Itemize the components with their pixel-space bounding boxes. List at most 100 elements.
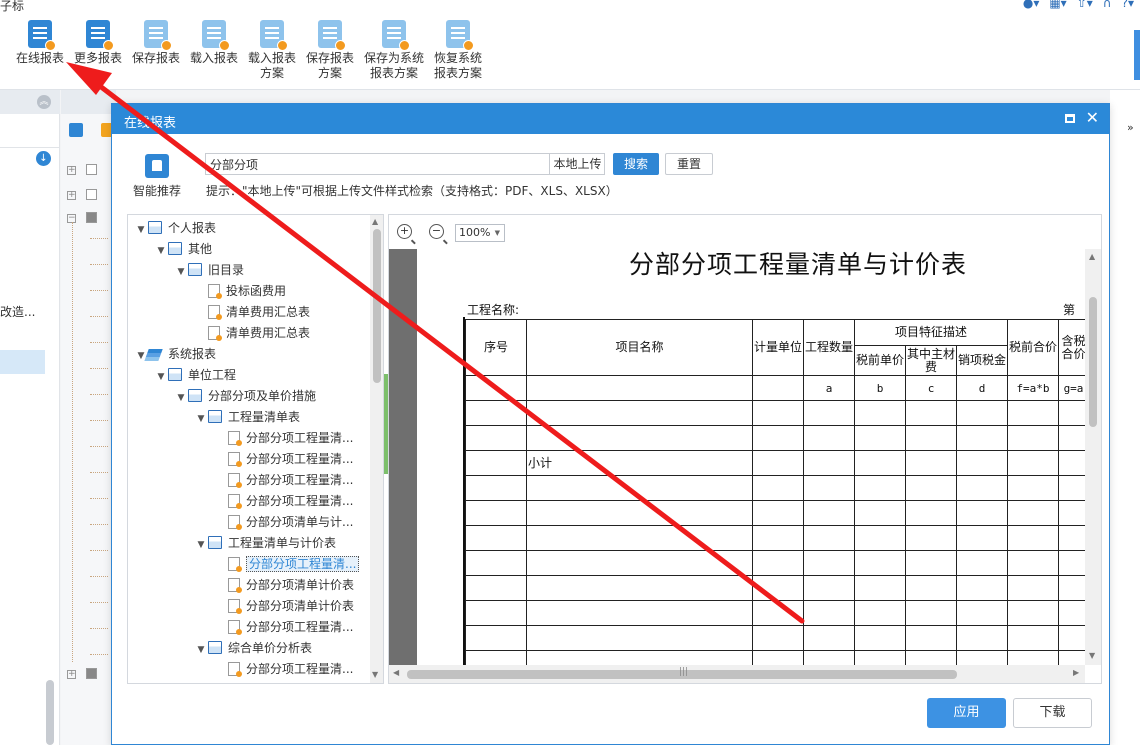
bg-tree-guide-tick <box>90 368 108 369</box>
headset-icon[interactable]: ∩ <box>1103 0 1112 10</box>
bg-tree-guide-tick <box>90 446 108 447</box>
tree-report-item[interactable]: 分部分项工程量清... <box>214 428 353 448</box>
table-cell <box>526 600 753 626</box>
expand-arrow-icon[interactable]: ▼ <box>174 262 188 282</box>
report-tree-panel: ▼ 个人报表 ▼ 其他 ▼ 旧目录 投标函费用 清单费用汇总表 清单费用汇总表 ▼ 系统报表 ▼ 单位工… <box>127 214 384 684</box>
tree-folder-item[interactable]: ▼ 工程量清单与计价表 <box>194 533 336 553</box>
expand-arrow-icon[interactable]: ▼ <box>194 535 208 555</box>
table-cell <box>465 525 527 551</box>
download-circle-icon[interactable]: ↓ <box>36 151 51 166</box>
tree-report-item[interactable]: 分部分项工程量清... <box>214 554 360 574</box>
tree-folder-item[interactable]: ▼ 其他 <box>154 239 212 259</box>
tree-item-label: 分部分项工程量清... <box>246 473 354 487</box>
smart-recommend-button[interactable]: 智能推荐 <box>130 154 184 199</box>
zoom-select[interactable]: 100% ▼ <box>455 224 505 242</box>
tree-folder-item[interactable]: ▼ 旧目录 <box>174 260 244 280</box>
expand-arrow-icon[interactable]: ▼ <box>194 640 208 660</box>
local-upload-button[interactable]: 本地上传 <box>549 154 605 174</box>
load-scheme-label: 载入报表 方案 <box>247 51 296 80</box>
table-row <box>465 625 1085 651</box>
preview-horizontal-scrollbar[interactable]: ◀ ||| ▶ <box>389 665 1085 683</box>
left-panel-toolbar: ↓ <box>0 118 60 166</box>
tree-folder-item[interactable]: ▼ 个人报表 <box>134 218 216 238</box>
tree-report-item[interactable]: 清单费用汇总表 <box>194 323 310 343</box>
tree-folder-item[interactable]: ▼ 分部分项及单价措施 <box>174 386 316 406</box>
table-row: 小计 <box>465 450 1085 476</box>
preview-vscroll-thumb[interactable] <box>1089 297 1097 427</box>
bg-tree-guide-tick <box>90 472 108 473</box>
tree-folder-item[interactable]: ▼ 工程量清单表 <box>194 407 300 427</box>
tree-report-item[interactable]: 分部分项清单计价表 <box>214 575 354 595</box>
preview-toolbar: + − 100% ▼ <box>389 215 1101 249</box>
download-button[interactable]: 下载 <box>1013 698 1092 728</box>
table-cell <box>752 650 804 665</box>
tree-report-item[interactable]: 投标函费用 <box>194 281 286 301</box>
maximize-icon[interactable] <box>1065 114 1075 123</box>
zoom-out-icon[interactable]: − <box>429 224 444 239</box>
tree-report-item[interactable]: 分部分项工程量清... <box>214 617 353 637</box>
save-scheme-label: 保存报表 方案 <box>305 51 354 80</box>
tree-item-label: 清单费用汇总表 <box>226 326 311 340</box>
bg-tree-row[interactable]: + <box>67 666 97 679</box>
help-icon[interactable]: ?▾ <box>1122 0 1134 10</box>
save-report-button[interactable]: 保存报表 <box>126 20 186 66</box>
save-scheme-button[interactable]: 保存报表 方案 <box>300 20 360 81</box>
tree-report-item[interactable]: 分部分项清单计价表 <box>214 596 354 616</box>
close-icon[interactable]: ✕ <box>1086 109 1099 127</box>
tree-folder-item[interactable]: ▼ 综合单价分析表 <box>194 638 312 658</box>
left-panel-truncated-item[interactable]: 改造... <box>0 303 35 320</box>
tree-report-item[interactable]: 分部分项工程量清... <box>214 491 353 511</box>
online-report-button[interactable]: 在线报表 <box>10 20 70 66</box>
preview-vertical-scrollbar[interactable]: ▲ ▼ <box>1085 249 1101 665</box>
search-box: 本地上传 <box>205 153 605 175</box>
bg-tree-row[interactable]: + <box>67 187 97 200</box>
table-row <box>465 400 1085 426</box>
top-bar: 子标 ●▾ ▦▾ ⇧▾ ∩ ?▾ <box>0 0 1140 14</box>
upload-icon[interactable]: ⇧▾ <box>1077 0 1093 10</box>
search-button[interactable]: 搜索 <box>613 153 659 175</box>
dialog-title-bar[interactable]: 在线报表 ✕ <box>112 104 1109 134</box>
zoom-in-icon[interactable]: + <box>397 224 412 239</box>
table-cell <box>465 550 527 576</box>
expand-arrow-icon[interactable]: ▼ <box>154 367 168 387</box>
expand-arrow-icon[interactable]: ▼ <box>174 388 188 408</box>
bg-tree-row[interactable]: + <box>67 162 97 175</box>
load-report-button[interactable]: 载入报表 <box>184 20 244 66</box>
tree-folder-item[interactable]: ▼ 单位工程 <box>154 365 236 385</box>
collapse-up-icon[interactable]: ︽ <box>37 95 51 109</box>
expand-arrow-icon[interactable]: ▼ <box>134 220 148 240</box>
more-reports-button[interactable]: 更多报表 <box>68 20 128 66</box>
window-edge-scrollbar[interactable] <box>1134 30 1140 80</box>
chevron-down-icon: ▼ <box>494 229 500 237</box>
table-cell <box>956 550 1008 576</box>
expand-arrow-icon[interactable]: ▼ <box>134 346 148 366</box>
tree-scrollbar[interactable]: ▲ ▼ <box>370 215 383 683</box>
table-cell <box>1007 650 1059 665</box>
tree-scrollbar-thumb[interactable] <box>373 229 381 383</box>
globe-icon[interactable]: ●▾ <box>1023 0 1040 10</box>
table-cell <box>526 575 753 601</box>
tree-folder-item[interactable]: ▼ 系统报表 <box>134 344 216 364</box>
expand-arrow-icon[interactable]: ▼ <box>154 241 168 261</box>
tree-report-item[interactable]: 分部分项工程量清... <box>214 659 353 679</box>
left-panel-scrollbar[interactable] <box>46 680 54 745</box>
apply-button[interactable]: 应用 <box>927 698 1006 728</box>
grid-icon[interactable]: ▦▾ <box>1049 0 1066 10</box>
tree-item-label: 单位工程 <box>188 368 237 382</box>
search-input[interactable] <box>206 154 549 174</box>
tree-report-item[interactable]: 分部分项清单与计... <box>214 512 353 532</box>
left-panel-selected-row[interactable] <box>0 350 45 374</box>
expand-right-icon[interactable]: » <box>1127 121 1134 134</box>
tree-report-item[interactable]: 分部分项工程量清... <box>214 449 353 469</box>
reset-button[interactable]: 重置 <box>665 153 713 175</box>
sheet-icon[interactable] <box>69 123 83 137</box>
load-scheme-button[interactable]: 载入报表 方案 <box>242 20 302 81</box>
upload-hint-text: 提示："本地上传"可根据上传文件样式检索（支持格式：PDF、XLS、XLSX） <box>206 184 618 198</box>
table-cell <box>465 625 527 651</box>
save-system-scheme-button[interactable]: 保存为系统 报表方案 <box>361 20 427 81</box>
expand-arrow-icon[interactable]: ▼ <box>194 409 208 429</box>
tree-report-item[interactable]: 分部分项工程量清... <box>214 470 353 490</box>
table-cell <box>854 625 906 651</box>
restore-system-scheme-button[interactable]: 恢复系统 报表方案 <box>428 20 488 81</box>
tree-report-item[interactable]: 清单费用汇总表 <box>194 302 310 322</box>
